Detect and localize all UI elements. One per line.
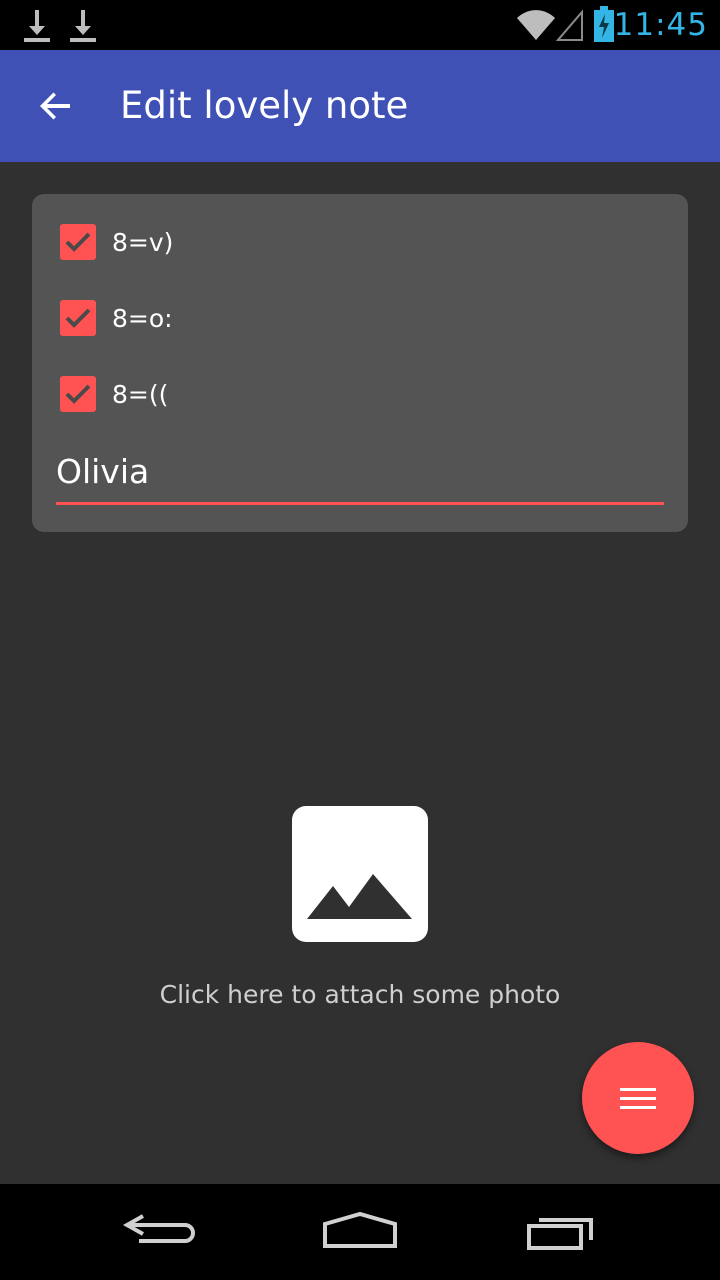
nav-home-button[interactable] bbox=[315, 1202, 405, 1262]
app-bar: Edit lovely note bbox=[0, 50, 720, 162]
checklist-item-label: 8=(( bbox=[112, 379, 169, 409]
nav-back-button[interactable] bbox=[115, 1202, 205, 1262]
checklist-item[interactable]: 8=v) bbox=[60, 222, 173, 262]
download-icon bbox=[68, 8, 98, 44]
status-bar: 11:45 bbox=[0, 0, 720, 50]
download-icon bbox=[22, 8, 52, 44]
attach-photo-label[interactable]: Click here to attach some photo bbox=[120, 980, 600, 1009]
nav-recents-icon bbox=[527, 1218, 593, 1250]
status-time: 11:45 bbox=[613, 7, 708, 43]
checklist-item-label: 8=v) bbox=[112, 227, 174, 257]
note-card: 8=v) 8=o: 8=(( Olivia bbox=[32, 194, 688, 532]
navigation-bar bbox=[0, 1184, 720, 1280]
checkbox-checked[interactable] bbox=[60, 300, 96, 336]
menu-icon bbox=[620, 1088, 656, 1109]
nav-home-icon bbox=[323, 1211, 397, 1248]
page-title: Edit lovely note bbox=[120, 84, 409, 127]
signal-icon bbox=[555, 8, 584, 42]
checklist-item[interactable]: 8=(( bbox=[60, 374, 168, 414]
battery-charging-icon bbox=[594, 6, 614, 42]
checklist-item-label: 8=o: bbox=[112, 303, 173, 333]
attach-photo-area[interactable]: Click here to attach some photo bbox=[120, 800, 600, 1030]
wifi-icon bbox=[516, 8, 556, 42]
nav-recents-button[interactable] bbox=[515, 1202, 605, 1262]
checkbox-checked[interactable] bbox=[60, 224, 96, 260]
screen: 11:45 Edit lovely note 8=v) 8=o: 8=((Ol… bbox=[0, 0, 720, 1280]
checklist-item[interactable]: 8=o: bbox=[60, 298, 173, 338]
note-title-input[interactable]: Olivia bbox=[56, 446, 664, 505]
image-icon[interactable] bbox=[292, 806, 428, 942]
check-icon bbox=[65, 232, 91, 252]
back-button[interactable] bbox=[24, 74, 88, 138]
checkbox-checked[interactable] bbox=[60, 376, 96, 412]
menu-fab-button[interactable] bbox=[582, 1042, 694, 1154]
nav-back-icon bbox=[122, 1214, 195, 1243]
arrow-left-icon bbox=[40, 92, 70, 120]
check-icon bbox=[65, 308, 91, 328]
check-icon bbox=[65, 384, 91, 404]
